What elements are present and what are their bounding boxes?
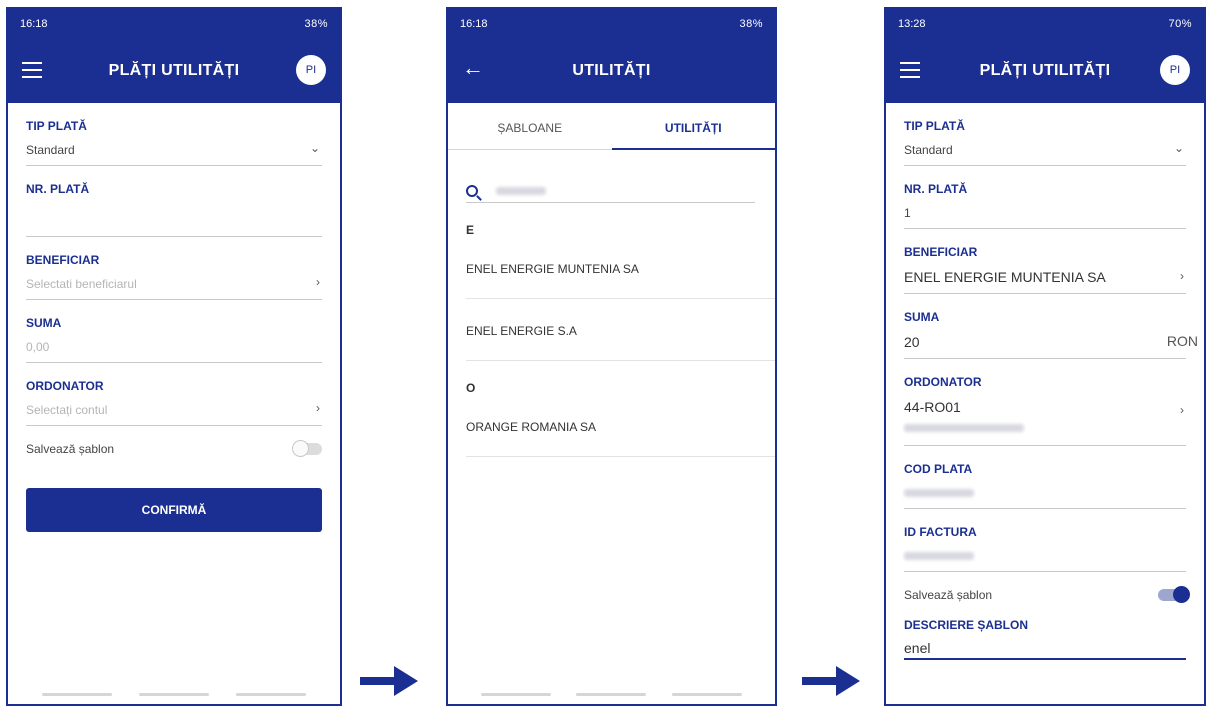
beneficiar-value: ENEL ENERGIE MUNTENIA SA: [904, 269, 1106, 285]
cod-plata-input[interactable]: [904, 476, 1186, 508]
beneficiar-label: BENEFICIAR: [904, 245, 978, 259]
status-time: 16:18: [460, 18, 488, 30]
status-battery: 38%: [304, 18, 328, 30]
status-time: 16:18: [20, 18, 48, 30]
beneficiar-label: BENEFICIAR: [26, 253, 100, 267]
tip-plata-label: TIP PLATĂ: [904, 119, 965, 133]
phone-screen-payment-form-filled: 13:28 70% PLĂȚI UTILITĂȚI PI TIP PLATĂ S…: [884, 7, 1206, 706]
list-item[interactable]: ENEL ENERGIE S.A: [466, 299, 775, 361]
suma-input[interactable]: 0,00: [26, 330, 322, 362]
nr-plata-input[interactable]: [26, 196, 322, 236]
chevron-down-icon: ⌄: [309, 141, 320, 155]
status-battery: 38%: [739, 18, 763, 30]
tip-plata-label: TIP PLATĂ: [26, 119, 87, 133]
search-input[interactable]: [496, 187, 546, 195]
currency-label: RON: [1166, 333, 1198, 349]
nr-plata-field[interactable]: NR. PLATĂ 1: [904, 166, 1186, 229]
app-bar: PLĂȚI UTILITĂȚI PI: [8, 39, 340, 103]
tip-plata-value: Standard: [26, 143, 75, 157]
section-header-o: O: [466, 381, 476, 395]
descriere-sablon-input[interactable]: enel: [904, 632, 1186, 658]
cod-plata-label: COD PLATA: [904, 462, 973, 476]
beneficiar-field[interactable]: BENEFICIAR Selectati beneficiarul ›: [26, 237, 322, 300]
list-item[interactable]: ORANGE ROMANIA SA: [466, 395, 775, 457]
nr-plata-input[interactable]: 1: [904, 196, 1186, 228]
system-nav-bar: [8, 693, 340, 696]
arrow-right-icon: [802, 666, 860, 696]
chevron-right-icon: ›: [1180, 269, 1184, 283]
ordonator-field[interactable]: ORDONATOR 44-RO01 ›: [904, 359, 1186, 446]
page-title: UTILITĂȚI: [572, 62, 651, 79]
tab-utilitati[interactable]: UTILITĂȚI: [611, 113, 775, 150]
save-template-toggle[interactable]: [292, 440, 322, 457]
status-bar: 16:18 38%: [8, 9, 340, 39]
chevron-down-icon: ⌄: [1173, 141, 1184, 155]
beneficiar-field[interactable]: BENEFICIAR ENEL ENERGIE MUNTENIA SA ›: [904, 229, 1186, 294]
suma-input[interactable]: 20: [904, 324, 1186, 358]
nr-plata-field[interactable]: NR. PLATĂ: [26, 166, 322, 237]
ordonator-field[interactable]: ORDONATOR Selectați contul ›: [26, 363, 322, 426]
status-time: 13:28: [898, 18, 926, 30]
page-title: PLĂȚI UTILITĂȚI: [979, 62, 1111, 79]
section-header-e: E: [466, 223, 475, 237]
chevron-right-icon: ›: [316, 401, 320, 415]
suma-label: SUMA: [26, 316, 62, 330]
suma-label: SUMA: [904, 310, 940, 324]
app-bar: PLĂȚI UTILITĂȚI PI: [886, 39, 1204, 103]
phone-screen-utilities-list: 16:18 38% ← UTILITĂȚI ȘABLOANE UTILITĂȚI…: [446, 7, 777, 706]
avatar[interactable]: PI: [1160, 55, 1190, 85]
list-item[interactable]: ENEL ENERGIE MUNTENIA SA: [466, 237, 775, 299]
save-template-row: Salvează șablon: [904, 572, 1190, 614]
search-icon: [466, 185, 478, 197]
save-template-label: Salvează șablon: [904, 588, 993, 602]
status-battery: 70%: [1168, 18, 1192, 30]
app-bar: ← UTILITĂȚI: [448, 39, 775, 103]
phone-screen-payment-form-empty: 16:18 38% PLĂȚI UTILITĂȚI PI TIP PLATĂ S…: [6, 7, 342, 706]
status-bar: 16:18 38%: [448, 9, 775, 39]
cod-plata-field[interactable]: COD PLATA: [904, 446, 1186, 509]
descriere-sablon-label: DESCRIERE ȘABLON: [904, 618, 1029, 632]
chevron-right-icon: ›: [316, 275, 320, 289]
nr-plata-label: NR. PLATĂ: [26, 182, 90, 196]
beneficiar-placeholder: Selectati beneficiarul: [26, 277, 137, 291]
tab-bar: ȘABLOANE UTILITĂȚI: [448, 113, 775, 150]
id-factura-label: ID FACTURA: [904, 525, 977, 539]
ordonator-label: ORDONATOR: [26, 379, 104, 393]
search-field[interactable]: [466, 180, 755, 203]
save-template-row: Salvează șablon: [26, 426, 322, 468]
chevron-right-icon: ›: [1180, 403, 1184, 417]
arrow-right-icon: [360, 666, 418, 696]
descriere-sablon-field[interactable]: DESCRIERE ȘABLON enel: [904, 614, 1186, 660]
ordonator-label: ORDONATOR: [904, 375, 982, 389]
tip-plata-value: Standard: [904, 143, 953, 157]
tab-sabloane[interactable]: ȘABLOANE: [448, 113, 612, 149]
id-factura-input[interactable]: [904, 539, 1186, 571]
suma-field[interactable]: SUMA 20 RON: [904, 294, 1198, 359]
suma-field[interactable]: SUMA 0,00: [26, 300, 322, 363]
nr-plata-label: NR. PLATĂ: [904, 182, 968, 196]
confirm-button[interactable]: CONFIRMĂ: [26, 488, 322, 532]
tip-plata-field[interactable]: TIP PLATĂ Standard ⌄: [904, 103, 1186, 166]
save-template-toggle[interactable]: [1158, 586, 1190, 603]
page-title: PLĂȚI UTILITĂȚI: [108, 62, 240, 79]
id-factura-field[interactable]: ID FACTURA: [904, 509, 1186, 572]
system-nav-bar: [448, 693, 775, 696]
ordonator-value: 44-RO01: [904, 399, 961, 415]
ordonator-placeholder: Selectați contul: [26, 403, 108, 417]
avatar[interactable]: PI: [296, 55, 326, 85]
status-bar: 13:28 70%: [886, 9, 1204, 39]
save-template-label: Salvează șablon: [26, 442, 115, 456]
tip-plata-field[interactable]: TIP PLATĂ Standard ⌄: [26, 103, 322, 166]
